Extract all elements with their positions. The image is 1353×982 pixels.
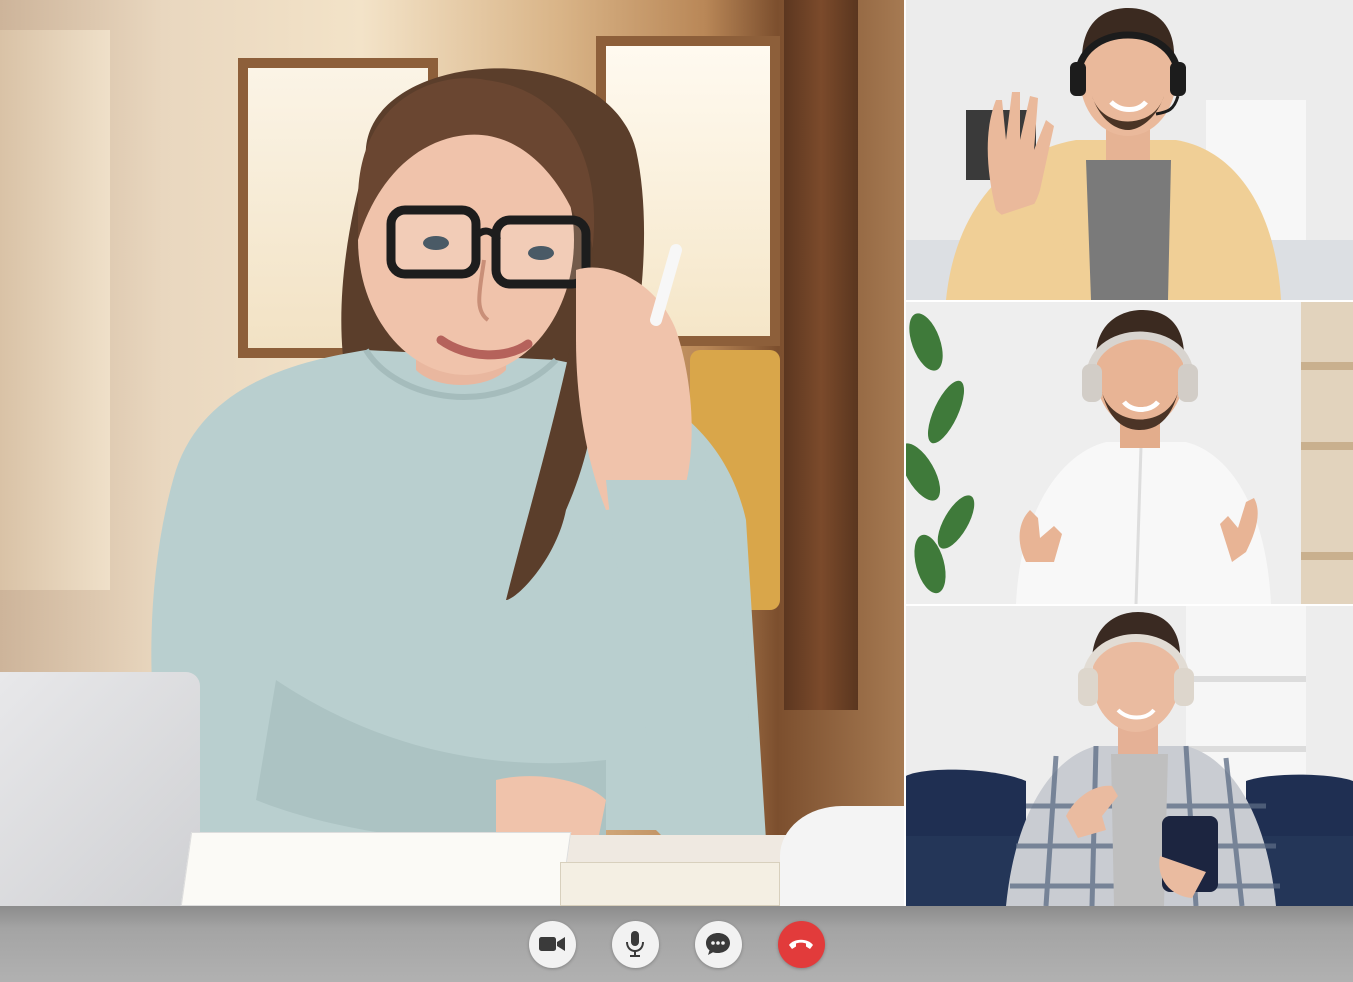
- microphone-icon: [625, 931, 645, 957]
- laptop: [0, 672, 200, 906]
- main-speaker-video[interactable]: [0, 0, 904, 906]
- end-call-button[interactable]: end-call: [777, 920, 825, 968]
- background-door: [0, 30, 110, 590]
- hang-up-phone-icon: [788, 937, 814, 951]
- notebook: [560, 862, 780, 906]
- background-wood-pillar: [784, 0, 858, 710]
- participant-video-3[interactable]: [906, 606, 1353, 906]
- main-speaker-avatar: [151, 68, 766, 870]
- microphone-button[interactable]: microphone: [611, 920, 659, 968]
- open-book: [180, 832, 572, 906]
- video-grid: [0, 0, 1353, 906]
- cup: [780, 806, 904, 906]
- participant-video-2[interactable]: [906, 302, 1353, 604]
- participant-avatar-3: [906, 606, 1353, 906]
- camera-button[interactable]: camera: [528, 920, 576, 968]
- video-camera-icon: [539, 935, 565, 953]
- chat-bubble-icon: [705, 932, 731, 956]
- call-control-bar: camera microphone chat: [0, 906, 1353, 982]
- chat-button[interactable]: chat: [694, 920, 742, 968]
- participant-avatar-2: [906, 302, 1353, 604]
- participant-avatar-1: [906, 0, 1353, 300]
- participant-video-1[interactable]: [906, 0, 1353, 300]
